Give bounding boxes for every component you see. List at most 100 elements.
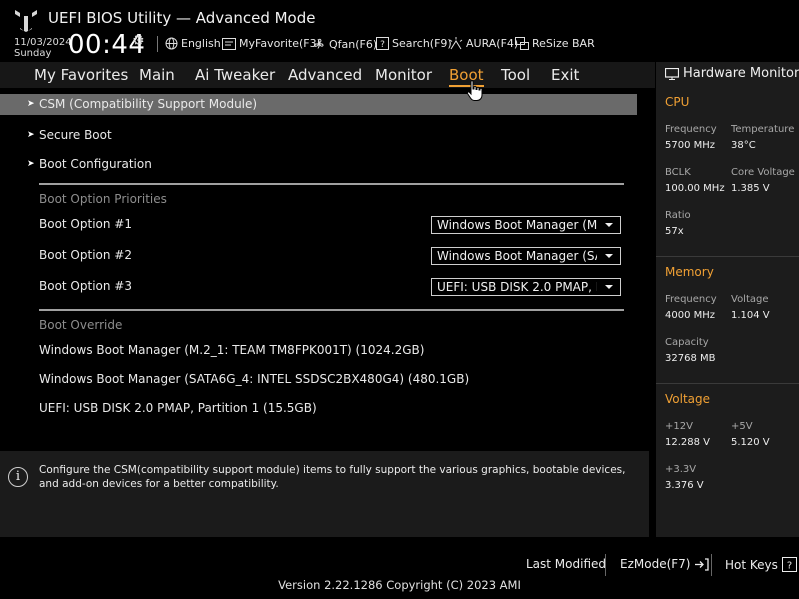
svg-text:?: ? — [380, 40, 385, 50]
footer-divider — [711, 554, 712, 576]
section-divider — [39, 183, 624, 185]
language-button[interactable]: English — [165, 37, 221, 50]
globe-icon — [165, 37, 178, 50]
tab-my-favorites[interactable]: My Favorites — [34, 66, 128, 84]
resizebar-label: ReSize BAR — [532, 37, 595, 50]
memory-frequency-label: Frequency — [665, 294, 717, 305]
info-icon: i — [8, 467, 28, 487]
memory-voltage-label: Voltage — [731, 294, 769, 305]
csm-submenu-row[interactable]: ➤ CSM (Compatibility Support Module) — [0, 94, 637, 115]
hardware-monitor-title: Hardware Monitor — [683, 66, 799, 81]
voltage-section-header: Voltage — [665, 392, 711, 406]
svg-text:?: ? — [787, 561, 792, 572]
memory-capacity-label: Capacity — [665, 337, 709, 348]
ezmode-button[interactable]: EzMode(F7) — [620, 557, 710, 571]
core-voltage-label: Core Voltage — [731, 167, 795, 178]
search-help-icon: ? — [376, 37, 389, 50]
hardware-monitor-header: Hardware Monitor — [665, 66, 799, 81]
memory-frequency-value: 4000 MHz — [665, 310, 716, 321]
toolbar-divider — [157, 36, 158, 52]
v33-label: +3.3V — [665, 464, 697, 475]
boot-override-item[interactable]: Windows Boot Manager (SATA6G_4: INTEL SS… — [39, 372, 469, 386]
boot-override-item[interactable]: UEFI: USB DISK 2.0 PMAP, Partition 1 (15… — [39, 401, 317, 415]
aura-label: AURA(F4) — [466, 37, 519, 50]
cpu-temperature-value: 38°C — [731, 140, 756, 151]
secure-boot-submenu-row[interactable]: ➤ Secure Boot — [0, 125, 637, 145]
dropdown-caret-icon — [605, 223, 613, 227]
hot-keys-button[interactable]: Hot Keys ? — [725, 557, 797, 572]
myfavorite-button[interactable]: MyFavorite(F3) — [222, 37, 321, 50]
myfavorite-label: MyFavorite(F3) — [239, 37, 321, 50]
main-nav: My Favorites Main Ai Tweaker Advanced Mo… — [0, 62, 655, 88]
boot-option-2-dropdown[interactable]: Windows Boot Manager (SATA6G — [431, 247, 621, 265]
boot-option-3-dropdown[interactable]: UEFI: USB DISK 2.0 PMAP, Partition 1 — [431, 278, 621, 296]
tab-main[interactable]: Main — [139, 66, 175, 84]
hand-pointer-cursor-icon — [466, 80, 483, 101]
app-title: UEFI BIOS Utility — Advanced Mode — [48, 9, 316, 27]
ezmode-label: EzMode(F7) — [620, 557, 691, 571]
boot-option-1-label: Boot Option #1 — [39, 217, 132, 231]
date-display: 11/03/2024 Sunday — [14, 37, 72, 59]
search-button[interactable]: ? Search(F9) — [376, 37, 452, 50]
resize-bar-icon — [515, 37, 529, 50]
bclk-label: BCLK — [665, 167, 691, 178]
day-text: Sunday — [14, 48, 52, 59]
tab-ai-tweaker[interactable]: Ai Tweaker — [195, 66, 275, 84]
boot-option-3-value: UEFI: USB DISK 2.0 PMAP, Partition 1 — [437, 280, 597, 294]
footer-divider — [605, 554, 606, 576]
ratio-value: 57x — [665, 226, 684, 237]
boot-option-2-value: Windows Boot Manager (SATA6G — [437, 249, 597, 263]
boot-option-1-value: Windows Boot Manager (M.2_1: — [437, 218, 597, 232]
qfan-button[interactable]: Qfan(F6) — [312, 37, 377, 51]
v5-label: +5V — [731, 421, 753, 432]
v5-value: 5.120 V — [731, 437, 770, 448]
memory-voltage-value: 1.104 V — [731, 310, 770, 321]
boot-option-3-label: Boot Option #3 — [39, 279, 132, 293]
boot-configuration-submenu-row[interactable]: ➤ Boot Configuration — [0, 154, 637, 174]
last-modified-label: Last Modified — [526, 557, 607, 571]
core-voltage-value: 1.385 V — [731, 183, 770, 194]
clock-settings-gear-icon[interactable]: ⚙ — [132, 33, 145, 49]
dropdown-caret-icon — [605, 254, 613, 258]
submenu-arrow-icon: ➤ — [27, 130, 35, 140]
submenu-arrow-icon: ➤ — [27, 99, 35, 109]
language-label: English — [181, 37, 221, 50]
boot-override-item[interactable]: Windows Boot Manager (M.2_1: TEAM TM8FPK… — [39, 343, 424, 357]
exit-arrow-icon — [695, 557, 710, 571]
boot-option-1-dropdown[interactable]: Windows Boot Manager (M.2_1: — [431, 216, 621, 234]
fan-icon — [313, 38, 324, 47]
help-question-icon: ? — [781, 557, 797, 572]
tab-exit[interactable]: Exit — [551, 66, 579, 84]
version-text: Version 2.22.1286 Copyright (C) 2023 AMI — [278, 578, 521, 592]
last-modified-button[interactable]: Last Modified — [526, 557, 606, 571]
aura-button[interactable]: AURA(F4) — [449, 37, 518, 50]
tab-tool[interactable]: Tool — [501, 66, 530, 84]
cpu-temperature-label: Temperature — [731, 124, 795, 135]
boot-option-priorities-header: Boot Option Priorities — [39, 192, 167, 206]
qfan-label: Qfan(F6) — [329, 37, 378, 51]
ratio-label: Ratio — [665, 210, 691, 221]
v12-label: +12V — [665, 421, 693, 432]
help-description: Configure the CSM(compatibility support … — [39, 464, 626, 490]
cpu-section-header: CPU — [665, 95, 690, 109]
cpu-frequency-value: 5700 MHz — [665, 140, 716, 151]
memory-section-header: Memory — [665, 265, 714, 279]
cpu-frequency-label: Frequency — [665, 124, 717, 135]
memory-capacity-value: 32768 MB — [665, 353, 716, 364]
submenu-arrow-icon: ➤ — [27, 159, 35, 169]
favorite-icon — [222, 37, 236, 50]
secure-boot-submenu-label: Secure Boot — [39, 128, 112, 142]
resizebar-button[interactable]: ReSize BAR — [515, 37, 595, 50]
bclk-value: 100.00 MHz — [665, 183, 725, 194]
date-text: 11/03/2024 — [14, 37, 72, 48]
csm-submenu-label: CSM (Compatibility Support Module) — [39, 97, 258, 111]
hot-keys-label: Hot Keys — [725, 557, 778, 572]
boot-configuration-submenu-label: Boot Configuration — [39, 157, 152, 171]
v12-value: 12.288 V — [665, 437, 711, 448]
v33-value: 3.376 V — [665, 480, 704, 491]
monitor-icon — [665, 67, 679, 80]
tuf-logo-icon — [15, 10, 37, 32]
tab-monitor[interactable]: Monitor — [375, 66, 432, 84]
hw-section-divider — [656, 256, 799, 257]
tab-advanced[interactable]: Advanced — [288, 66, 362, 84]
